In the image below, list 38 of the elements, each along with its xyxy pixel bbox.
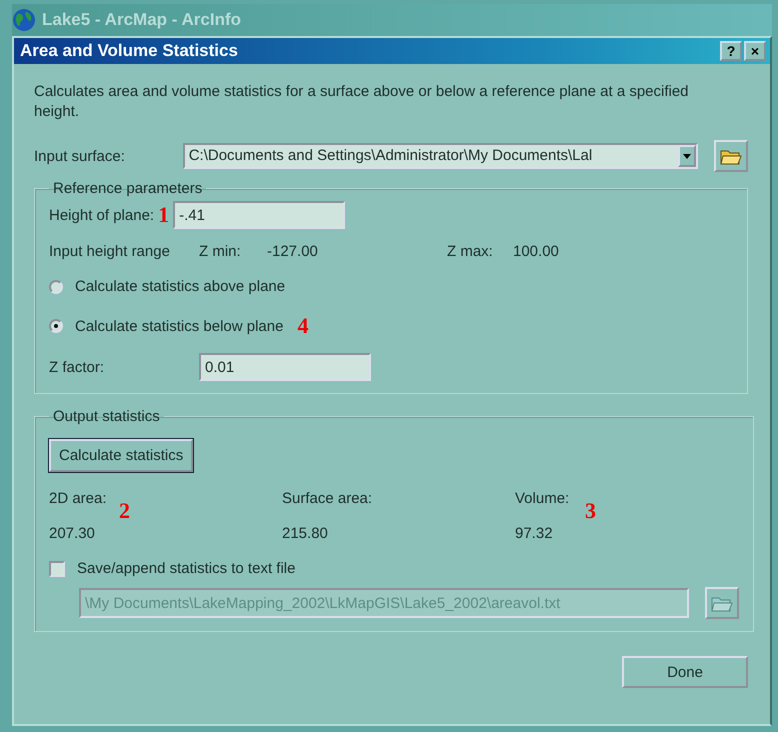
annotation-number: 3	[585, 498, 596, 524]
height-range-label: Input height range	[49, 243, 171, 260]
annotation-number: 1	[158, 202, 170, 228]
browse-button[interactable]	[714, 140, 748, 172]
radio-option[interactable]: Calculate statistics below plane	[49, 318, 284, 334]
description-text: Calculates area and volume statistics for a surface above or below a reference plane at a specified height.	[34, 82, 690, 122]
save-checkbox-label: Save/append statistics to text file	[77, 560, 296, 577]
annotation-number: 4	[297, 313, 308, 339]
help-button[interactable]: ?	[720, 41, 742, 61]
height-of-plane-field[interactable]: -.41	[173, 201, 346, 229]
stat-label: 2D area:	[49, 490, 107, 507]
annotation-number: 2	[119, 498, 130, 524]
browse-button[interactable]	[705, 587, 739, 619]
zmin-value: -127.00	[267, 243, 319, 260]
group-title: Reference parameters	[52, 180, 204, 197]
stat-label: Volume:	[515, 490, 570, 507]
group-title: Output statistics	[52, 408, 161, 425]
close-button[interactable]: ×	[744, 41, 766, 61]
stat-value: 215.80	[282, 525, 328, 542]
done-button[interactable]: Done	[622, 656, 748, 688]
zmax-label: Z max:	[447, 243, 494, 260]
zmax-value: 100.00	[513, 243, 559, 260]
stat-value: 207.30	[49, 525, 95, 542]
app-title: Lake5 - ArcMap - ArcInfo	[42, 10, 242, 30]
calculate-statistics-button[interactable]: Calculate statistics	[49, 439, 194, 472]
z-factor-field[interactable]: 0.01	[199, 353, 371, 381]
save-checkbox[interactable]	[49, 560, 65, 576]
input-surface-dropdown[interactable]: C:\Documents and Settings\Administrator\My Documents\Lal	[182, 143, 698, 169]
input-surface-label: Input surface:	[34, 148, 126, 164]
radio-option[interactable]: Calculate statistics above plane	[49, 278, 286, 295]
z-factor-label: Z factor:	[49, 358, 106, 376]
zmin-label: Z min:	[199, 243, 242, 260]
caret-icon	[683, 154, 692, 158]
globe-icon	[12, 8, 36, 32]
dialog-title: Area and Volume Statistics	[20, 41, 238, 61]
height-of-plane-label: Height of plane:	[49, 206, 154, 224]
stat-value: 97.32	[515, 525, 553, 542]
stat-label: Surface area:	[282, 490, 372, 507]
